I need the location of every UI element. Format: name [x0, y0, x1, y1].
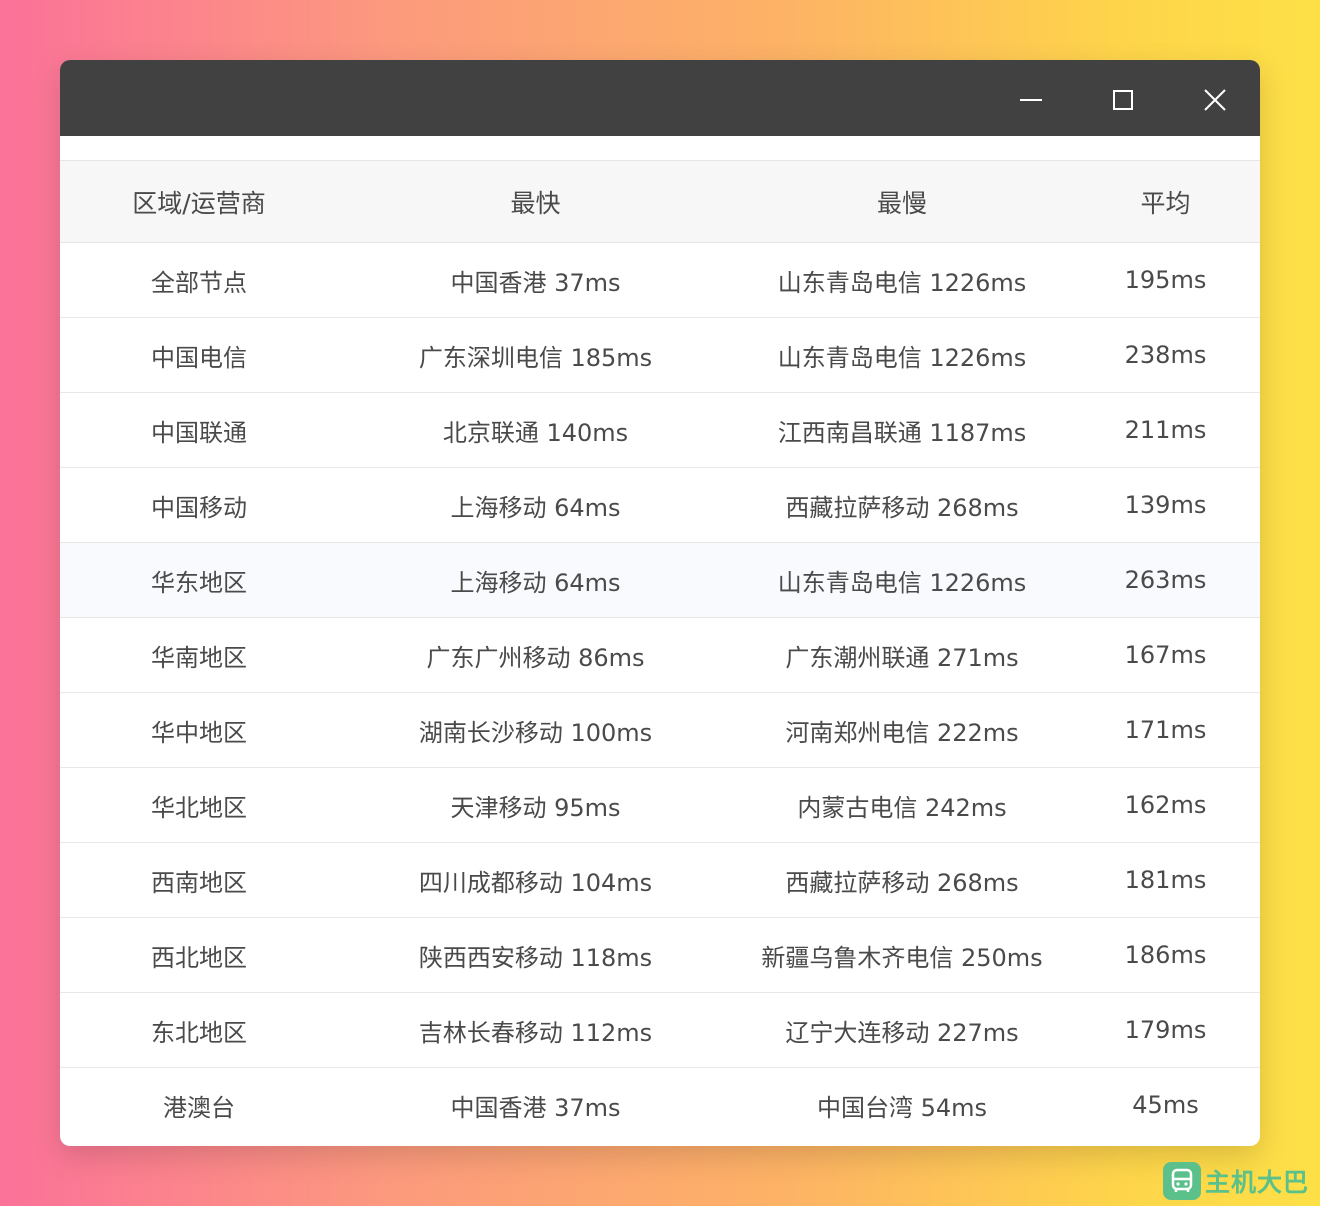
cell-region: 中国电信 [60, 317, 338, 393]
cell-slowest: 西藏拉萨移动 268ms [733, 842, 1071, 918]
cell-fastest: 上海移动 64ms [338, 467, 733, 543]
close-button[interactable] [1193, 78, 1237, 122]
cell-average: 211ms [1071, 392, 1260, 468]
table-row: 中国电信 广东深圳电信 185ms 山东青岛电信 1226ms 238ms [60, 317, 1260, 393]
cell-slowest: 内蒙古电信 242ms [733, 767, 1071, 843]
header-row: 区域/运营商 最快 最慢 平均 [60, 160, 1260, 243]
cell-slowest: 江西南昌联通 1187ms [733, 392, 1071, 468]
cell-fastest: 广东深圳电信 185ms [338, 317, 733, 393]
table-row-highlighted: 华东地区 上海移动 64ms 山东青岛电信 1226ms 263ms [60, 542, 1260, 618]
cell-fastest: 吉林长春移动 112ms [338, 992, 733, 1068]
cell-fastest: 中国香港 37ms [450, 1093, 621, 1122]
cell-average: 162ms [1071, 767, 1260, 843]
table-row: 华中地区 湖南长沙移动 100ms 河南郑州电信 222ms 171ms [60, 692, 1260, 768]
table-row: 西北地区 陕西西安移动 118ms 新疆乌鲁木齐电信 250ms 186ms [60, 917, 1260, 993]
cell-fastest: 陕西西安移动 118ms [338, 917, 733, 993]
cell-fastest: 中国香港 37ms [338, 242, 733, 318]
watermark: 主机大巴 [1163, 1161, 1309, 1201]
cell-slowest: 河南郑州电信 222ms [733, 692, 1071, 768]
close-icon [1204, 89, 1226, 111]
table-row: 中国移动 上海移动 64ms 西藏拉萨移动 268ms 139ms [60, 467, 1260, 543]
table-top-spacer [60, 136, 1260, 160]
header-average: 平均 [1071, 160, 1260, 243]
cell-fastest: 北京联通 140ms [338, 392, 733, 468]
cell-region: 全部节点 [60, 242, 338, 318]
cell-slowest: 广东潮州联通 271ms [733, 617, 1071, 693]
table-row: 华南地区 广东广州移动 86ms 广东潮州联通 271ms 167ms [60, 617, 1260, 693]
cell-slowest: 山东青岛电信 1226ms [733, 317, 1071, 393]
cell-region: 西南地区 [60, 842, 338, 918]
cell-slowest: 山东青岛电信 1226ms [733, 542, 1071, 618]
header-slowest: 最慢 [733, 160, 1071, 243]
header-fastest: 最快 [338, 160, 733, 243]
cell-slowest: 西藏拉萨移动 268ms [733, 467, 1071, 543]
cell-region: 华北地区 [60, 767, 338, 843]
title-bar[interactable] [60, 60, 1260, 136]
table-row: 华北地区 天津移动 95ms 内蒙古电信 242ms 162ms [60, 767, 1260, 843]
cell-fastest: 湖南长沙移动 100ms [338, 692, 733, 768]
cell-slowest: 辽宁大连移动 227ms [733, 992, 1071, 1068]
cell-average: 139ms [1071, 467, 1260, 543]
cell-region: 港澳台 [163, 1093, 235, 1122]
cell-slowest: 中国台湾 54ms [816, 1093, 988, 1122]
maximize-button[interactable] [1101, 78, 1145, 122]
maximize-icon [1113, 90, 1133, 110]
table-row: 中国联通 北京联通 140ms 江西南昌联通 1187ms 211ms [60, 392, 1260, 468]
cell-average: 238ms [1071, 317, 1260, 393]
cell-region: 华东地区 [60, 542, 338, 618]
cell-fastest: 上海移动 64ms [338, 542, 733, 618]
cell-average: 186ms [1071, 917, 1260, 993]
cell-region: 华南地区 [60, 617, 338, 693]
watermark-logo [1163, 1162, 1201, 1200]
cell-region: 东北地区 [60, 992, 338, 1068]
table-body: 全部节点 中国香港 37ms 山东青岛电信 1226ms 195ms 中国电信 … [60, 242, 1260, 1143]
minimize-button[interactable] [1009, 78, 1053, 122]
header-region: 区域/运营商 [60, 160, 338, 243]
cell-region: 中国联通 [60, 392, 338, 468]
bus-icon [1171, 1168, 1193, 1192]
table-row: 西南地区 四川成都移动 104ms 西藏拉萨移动 268ms 181ms [60, 842, 1260, 918]
cell-average: 195ms [1071, 242, 1260, 318]
cell-average: 171ms [1071, 692, 1260, 768]
cell-fastest: 四川成都移动 104ms [338, 842, 733, 918]
cell-fastest: 天津移动 95ms [338, 767, 733, 843]
table-row: 全部节点 中国香港 37ms 山东青岛电信 1226ms 195ms [60, 242, 1260, 318]
cell-region: 中国移动 [60, 467, 338, 543]
cell-region: 西北地区 [60, 917, 338, 993]
latency-table: 区域/运营商 最快 最慢 平均 全部节点 中国香港 37ms 山东青岛电信 12… [60, 160, 1260, 1143]
cell-average: 181ms [1071, 842, 1260, 918]
minimize-icon [1020, 99, 1042, 101]
table-header: 区域/运营商 最快 最慢 平均 [60, 160, 1260, 243]
cell-slowest: 新疆乌鲁木齐电信 250ms [733, 917, 1071, 993]
table-row: 港澳台 中国香港 37ms 中国台湾 54ms 45ms [60, 1068, 1260, 1143]
cell-average: 167ms [1071, 617, 1260, 693]
cell-average: 179ms [1071, 992, 1260, 1068]
cell-average: 263ms [1071, 542, 1260, 618]
cell-slowest: 山东青岛电信 1226ms [733, 242, 1071, 318]
table-row: 东北地区 吉林长春移动 112ms 辽宁大连移动 227ms 179ms [60, 992, 1260, 1068]
cell-fastest: 广东广州移动 86ms [338, 617, 733, 693]
cell-average: 45ms [1132, 1091, 1199, 1120]
app-window: 区域/运营商 最快 最慢 平均 全部节点 中国香港 37ms 山东青岛电信 12… [60, 60, 1260, 1146]
cell-region: 华中地区 [60, 692, 338, 768]
watermark-text: 主机大巴 [1205, 1168, 1310, 1197]
